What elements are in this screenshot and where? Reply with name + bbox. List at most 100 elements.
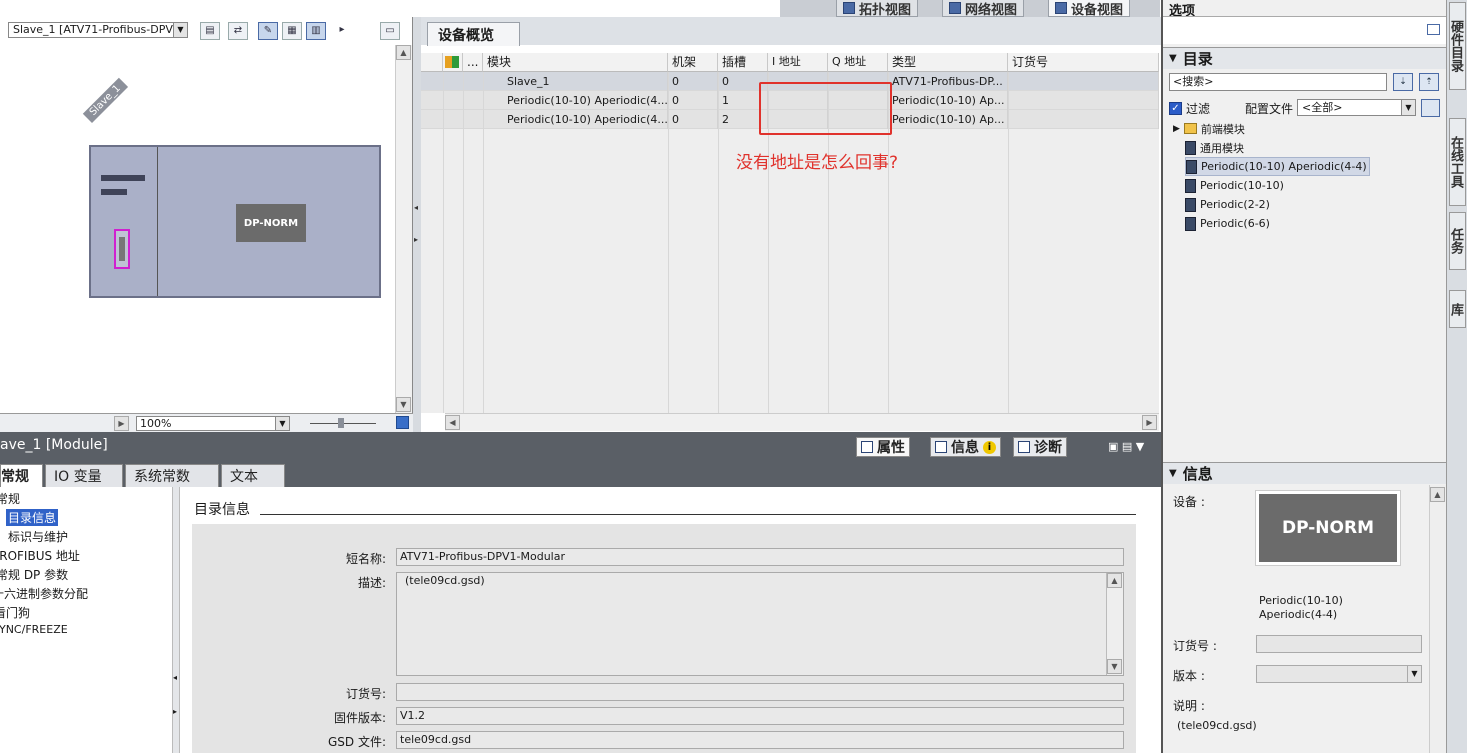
toolbar-more-icon[interactable]: ▸ xyxy=(332,22,352,40)
toolbar-pointer-icon[interactable]: ✎ xyxy=(258,22,278,40)
chevron-down-icon: ▼ xyxy=(1169,53,1177,64)
catalog-header[interactable]: ▼ 目录 xyxy=(1163,47,1446,69)
layout-icon[interactable] xyxy=(1427,24,1440,35)
checkbox-checked-icon: ✓ xyxy=(1169,102,1182,115)
tab-label: 网络视图 xyxy=(965,2,1018,18)
catalog-item-periodic-10-aperiodic-4[interactable]: Periodic(10-10) Aperiodic(4-4) xyxy=(1185,157,1370,176)
collapse-right-icon[interactable]: ▸ xyxy=(414,235,418,244)
catalog-item-head-modules[interactable]: ▶ 前端模块 xyxy=(1173,119,1245,138)
tab-network-view[interactable]: 网络视图 xyxy=(942,0,1025,18)
tab-general[interactable]: 常规 xyxy=(0,464,43,487)
side-tab-tasks[interactable]: 任务 xyxy=(1448,212,1466,270)
col-header-module[interactable]: 模块 xyxy=(483,53,668,72)
zoom-select[interactable]: 100% ▼ xyxy=(136,416,290,431)
scroll-up-icon[interactable]: ▲ xyxy=(396,45,411,60)
side-tab-online-tools[interactable]: 在线工具 xyxy=(1448,118,1466,206)
nav-item-general[interactable]: 常规 xyxy=(0,490,20,507)
window-controls-icon[interactable]: ▣ ▤ ▼ xyxy=(1108,440,1144,453)
description-field[interactable]: (tele09cd.gsd) ▲ ▼ xyxy=(396,572,1124,676)
catalog-item-periodic-10[interactable]: Periodic(10-10) xyxy=(1185,176,1284,195)
zoom-fit-icon[interactable] xyxy=(396,416,409,429)
tab-label: 设备视图 xyxy=(1071,2,1124,18)
tab-device-overview[interactable]: 设备概览 xyxy=(427,22,520,46)
catalog-search-input[interactable]: <搜索> xyxy=(1169,73,1387,91)
catalog-item-label: 前端模块 xyxy=(1200,122,1245,136)
order-label: 订货号 : xyxy=(1173,639,1217,653)
col-header-type[interactable]: 类型 xyxy=(888,53,1008,72)
col-header-rack[interactable]: 机架 xyxy=(668,53,718,72)
scroll-right-icon[interactable]: ▶ xyxy=(114,416,129,431)
toolbar-grid-icon[interactable]: ▦ xyxy=(282,22,302,40)
col-header-i-address[interactable]: I 地址 xyxy=(768,53,828,72)
device-module[interactable]: DP-NORM xyxy=(89,145,381,298)
zoom-slider-handle[interactable] xyxy=(338,418,344,428)
tab-system-constants[interactable]: 系统常数 xyxy=(125,464,219,487)
inspector-nav-tree: 常规 目录信息 标识与维护 PROFIBUS 地址 常规 DP 参数 十六进制参… xyxy=(0,487,172,753)
inspector-content: 目录信息 短名称: ATV71-Profibus-DPV1-Modular 描述… xyxy=(180,487,1161,753)
info-vscroll[interactable]: ▲ xyxy=(1429,485,1446,753)
search-down-icon[interactable]: ⇣ xyxy=(1393,73,1413,91)
tab-io-tags[interactable]: IO 变量 xyxy=(45,464,123,487)
toolbar-icon-1[interactable]: ▤ xyxy=(200,22,220,40)
pane-splitter[interactable]: ◂ ▸ xyxy=(413,17,421,432)
field-label: 固件版本: xyxy=(333,711,386,725)
description-scrollbar[interactable]: ▲ ▼ xyxy=(1106,573,1123,675)
nav-splitter[interactable]: ◂ ▸ xyxy=(172,487,180,753)
dp-norm-label: DP-NORM xyxy=(236,204,306,242)
tab-topology-view[interactable]: 拓扑视图 xyxy=(836,0,919,18)
catalog-item-periodic-2[interactable]: Periodic(2-2) xyxy=(1185,195,1270,214)
collapse-right-icon[interactable]: ▸ xyxy=(173,707,177,716)
order-number-field[interactable] xyxy=(396,683,1124,701)
catalog-item-label: Periodic(10-10) xyxy=(1200,179,1284,192)
nav-item-sync-freeze[interactable]: SYNC/FREEZE xyxy=(0,623,68,636)
cell-rack: 0 xyxy=(668,91,718,110)
toolbar-table-icon[interactable]: ▥ xyxy=(306,22,326,40)
device-select[interactable]: Slave_1 [ATV71-Profibus-DPV1 ▼ xyxy=(8,22,188,38)
scroll-right-icon[interactable]: ▶ xyxy=(1142,415,1157,430)
nav-item-hex-params[interactable]: 十六进制参数分配 xyxy=(0,585,88,602)
toolbar-overview-icon[interactable]: ▭ xyxy=(380,22,400,40)
col-header-q-address[interactable]: Q 地址 xyxy=(828,53,888,72)
nav-item-watchdog[interactable]: 看门狗 xyxy=(0,604,30,621)
side-tab-hardware-catalog[interactable]: 硬件目录 xyxy=(1448,2,1466,90)
nav-item-catalog-info[interactable]: 目录信息 xyxy=(6,509,59,526)
tab-diagnostics[interactable]: 诊断 xyxy=(1013,437,1067,457)
search-up-icon[interactable]: ⇡ xyxy=(1419,73,1439,91)
profile-select[interactable]: <全部> ▼ xyxy=(1297,99,1416,116)
tab-texts[interactable]: 文本 xyxy=(221,464,285,487)
scroll-left-icon[interactable]: ◀ xyxy=(445,415,460,430)
info-header[interactable]: ▼ 信息 xyxy=(1163,462,1446,484)
tab-device-view[interactable]: 设备视图 xyxy=(1048,0,1131,18)
short-name-field[interactable]: ATV71-Profibus-DPV1-Modular xyxy=(396,548,1124,566)
dp-port-icon[interactable] xyxy=(114,229,130,269)
collapse-left-icon[interactable]: ◂ xyxy=(414,203,418,212)
chevron-down-icon: ▼ xyxy=(1407,666,1421,682)
scroll-down-icon[interactable]: ▼ xyxy=(1107,659,1122,674)
nav-item-profibus-address[interactable]: PROFIBUS 地址 xyxy=(0,547,80,564)
col-header-slot[interactable]: 插槽 xyxy=(718,53,768,72)
module-icon xyxy=(1185,140,1196,155)
nav-item-identification[interactable]: 标识与维护 xyxy=(8,528,68,545)
toolbar-name-icon[interactable]: ⇄ xyxy=(228,22,248,40)
overview-hscroll[interactable]: ◀ ▶ xyxy=(445,413,1159,431)
catalog-settings-icon[interactable] xyxy=(1421,99,1440,117)
scroll-up-icon[interactable]: ▲ xyxy=(1107,573,1122,588)
left-vscroll[interactable]: ▲ ▼ xyxy=(395,45,412,413)
scroll-up-icon[interactable]: ▲ xyxy=(1430,487,1445,502)
side-tab-libraries[interactable]: 库 xyxy=(1448,290,1466,328)
catalog-item-periodic-6[interactable]: Periodic(6-6) xyxy=(1185,214,1270,233)
tab-info[interactable]: 信息 i xyxy=(930,437,1001,457)
filter-checkbox[interactable]: ✓ 过滤 xyxy=(1169,100,1210,117)
version-select[interactable]: ▼ xyxy=(1256,665,1422,683)
col-header-more[interactable]: ... xyxy=(463,53,483,72)
nav-item-dp-params[interactable]: 常规 DP 参数 xyxy=(0,566,68,583)
tab-properties[interactable]: 属性 xyxy=(856,437,910,457)
module-bar xyxy=(101,189,127,195)
catalog-item-universal[interactable]: 通用模块 xyxy=(1185,138,1244,157)
collapse-left-icon[interactable]: ◂ xyxy=(173,673,177,682)
firmware-version-field[interactable]: V1.2 xyxy=(396,707,1124,725)
gsd-file-field[interactable]: tele09cd.gsd xyxy=(396,731,1124,749)
scroll-down-icon[interactable]: ▼ xyxy=(396,397,411,412)
col-header-status[interactable] xyxy=(443,53,463,72)
col-header-order-no[interactable]: 订货号 xyxy=(1008,53,1159,72)
